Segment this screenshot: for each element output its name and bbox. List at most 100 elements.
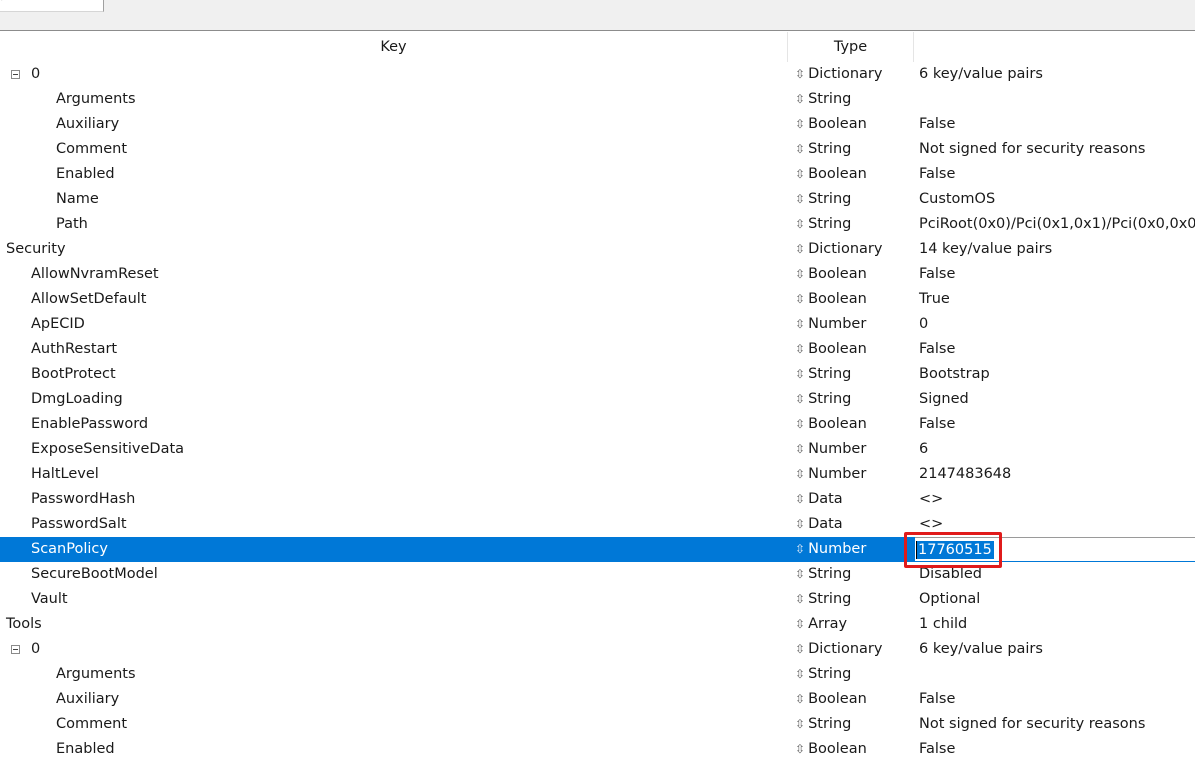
row-type[interactable]: ⇳ Dictionary bbox=[795, 62, 882, 87]
row-type[interactable]: ⇳ Boolean bbox=[795, 287, 867, 312]
updown-arrows-icon: ⇳ bbox=[795, 717, 806, 731]
row-value[interactable]: 6 key/value pairs bbox=[919, 637, 1043, 662]
row-type[interactable]: ⇳ Boolean bbox=[795, 162, 867, 187]
row-value[interactable]: False bbox=[919, 412, 955, 437]
row-type[interactable]: ⇳ String bbox=[795, 662, 851, 687]
row-type[interactable]: ⇳ String bbox=[795, 187, 851, 212]
row-key: 0 bbox=[31, 66, 41, 82]
tree-row[interactable]: PasswordHash ⇳ Data <> bbox=[0, 487, 1195, 512]
row-type[interactable]: ⇳ Boolean bbox=[795, 112, 867, 137]
row-key: AuthRestart bbox=[31, 341, 118, 357]
tree-row[interactable]: Vault ⇳ String Optional bbox=[0, 587, 1195, 612]
tree-row[interactable]: HaltLevel ⇳ Number 2147483648 bbox=[0, 462, 1195, 487]
row-value[interactable]: False bbox=[919, 337, 955, 362]
tree-row[interactable]: 0 ⇳ Dictionary 6 key/value pairs bbox=[0, 637, 1195, 662]
row-type[interactable]: ⇳ Number bbox=[795, 437, 866, 462]
row-key: Enabled bbox=[56, 166, 115, 182]
row-type[interactable]: ⇳ String bbox=[795, 387, 851, 412]
row-key: ExposeSensitiveData bbox=[31, 441, 185, 457]
row-type[interactable]: ⇳ Data bbox=[795, 487, 843, 512]
row-value[interactable]: 6 key/value pairs bbox=[919, 62, 1043, 87]
row-value[interactable]: Signed bbox=[919, 387, 969, 412]
row-value[interactable]: CustomOS bbox=[919, 187, 995, 212]
tree-row[interactable]: Auxiliary ⇳ Boolean False bbox=[0, 687, 1195, 712]
tree-row[interactable]: Enabled ⇳ Boolean False bbox=[0, 162, 1195, 187]
row-value[interactable]: Bootstrap bbox=[919, 362, 990, 387]
row-value[interactable]: 1 child bbox=[919, 612, 967, 637]
tree-row[interactable]: PasswordSalt ⇳ Data <> bbox=[0, 512, 1195, 537]
row-type[interactable]: ⇳ Boolean bbox=[795, 687, 867, 712]
tree-row[interactable]: SecureBootModel ⇳ String Disabled bbox=[0, 562, 1195, 587]
row-key: SecureBootModel bbox=[31, 566, 158, 582]
row-type[interactable]: ⇳ String bbox=[795, 137, 851, 162]
row-value[interactable]: Not signed for security reasons bbox=[919, 712, 1145, 737]
row-type-label: String bbox=[808, 216, 852, 232]
tree-row[interactable]: Comment ⇳ String Not signed for security … bbox=[0, 712, 1195, 737]
row-type[interactable]: ⇳ String bbox=[795, 362, 851, 387]
row-type[interactable]: ⇳ Boolean bbox=[795, 412, 867, 437]
updown-arrows-icon: ⇳ bbox=[795, 367, 806, 381]
row-value[interactable]: False bbox=[919, 162, 955, 187]
row-value[interactable]: Optional bbox=[919, 587, 980, 612]
tree-row[interactable]: Name ⇳ String CustomOS bbox=[0, 187, 1195, 212]
collapse-icon[interactable] bbox=[11, 645, 20, 654]
tree-row[interactable]: ApECID ⇳ Number 0 bbox=[0, 312, 1195, 337]
row-type[interactable]: ⇳ Array bbox=[795, 612, 847, 637]
tree-row[interactable]: AllowNvramReset ⇳ Boolean False bbox=[0, 262, 1195, 287]
collapse-icon[interactable] bbox=[11, 70, 20, 79]
tree-row[interactable]: EnablePassword ⇳ Boolean False bbox=[0, 412, 1195, 437]
row-value[interactable]: False bbox=[919, 737, 955, 762]
tree-row[interactable]: BootProtect ⇳ String Bootstrap bbox=[0, 362, 1195, 387]
updown-arrows-icon: ⇳ bbox=[795, 467, 806, 481]
tree-row[interactable]: Path ⇳ String PciRoot(0x0)/Pci(0x1,0x1)/P… bbox=[0, 212, 1195, 237]
tree-row[interactable]: ExposeSensitiveData ⇳ Number 6 bbox=[0, 437, 1195, 462]
row-value[interactable]: 2147483648 bbox=[919, 462, 1011, 487]
tree-row[interactable]: Comment ⇳ String Not signed for security … bbox=[0, 137, 1195, 162]
tree-row[interactable]: Auxiliary ⇳ Boolean False bbox=[0, 112, 1195, 137]
row-type[interactable]: ⇳ Number bbox=[795, 312, 866, 337]
row-type[interactable]: ⇳ Dictionary bbox=[795, 637, 882, 662]
updown-arrows-icon: ⇳ bbox=[795, 167, 806, 181]
row-type[interactable]: ⇳ String bbox=[795, 587, 851, 612]
row-type[interactable]: ⇳ Number bbox=[795, 462, 866, 487]
document-tab[interactable]: ͣ bbox=[0, 0, 104, 12]
row-type[interactable]: ⇳ String bbox=[795, 712, 851, 737]
row-value[interactable]: 0 bbox=[919, 312, 928, 337]
row-type[interactable]: ⇳ String bbox=[795, 212, 851, 237]
row-type[interactable]: ⇳ String bbox=[795, 87, 851, 112]
tree-row-selected[interactable]: ScanPolicy ⇳ Number 17760515 bbox=[0, 537, 1195, 562]
tree-row[interactable]: Security ⇳ Dictionary 14 key/value pairs bbox=[0, 237, 1195, 262]
row-key: PasswordSalt bbox=[31, 516, 127, 532]
tree-row[interactable]: Enabled ⇳ Boolean False bbox=[0, 737, 1195, 762]
row-value[interactable]: Not signed for security reasons bbox=[919, 137, 1145, 162]
row-value[interactable]: 6 bbox=[919, 437, 928, 462]
tree-row[interactable]: Tools ⇳ Array 1 child bbox=[0, 612, 1195, 637]
row-value[interactable]: False bbox=[919, 262, 955, 287]
row-value[interactable]: False bbox=[919, 687, 955, 712]
key-column-header[interactable]: Key bbox=[0, 32, 788, 62]
tree-row[interactable]: AllowSetDefault ⇳ Boolean True bbox=[0, 287, 1195, 312]
row-type-label: String bbox=[808, 191, 852, 207]
tree-row[interactable]: Arguments ⇳ String bbox=[0, 87, 1195, 112]
row-type-label: Boolean bbox=[808, 166, 867, 182]
row-value[interactable]: PciRoot(0x0)/Pci(0x1,0x1)/Pci(0x0,0x0)/ bbox=[919, 212, 1195, 237]
row-value[interactable]: <> bbox=[919, 487, 943, 512]
row-type[interactable]: ⇳ Boolean bbox=[795, 337, 867, 362]
tree-row[interactable]: 0 ⇳ Dictionary 6 key/value pairs bbox=[0, 62, 1195, 87]
tree-row[interactable]: AuthRestart ⇳ Boolean False bbox=[0, 337, 1195, 362]
row-type-label: Dictionary bbox=[808, 241, 883, 257]
row-type[interactable]: ⇳ String bbox=[795, 562, 851, 587]
row-value[interactable]: True bbox=[919, 287, 950, 312]
row-value[interactable]: 14 key/value pairs bbox=[919, 237, 1052, 262]
row-type[interactable]: ⇳ Boolean bbox=[795, 737, 867, 762]
tree-row[interactable]: Arguments ⇳ String bbox=[0, 662, 1195, 687]
updown-arrows-icon: ⇳ bbox=[795, 92, 806, 106]
row-value[interactable]: False bbox=[919, 112, 955, 137]
row-type[interactable]: ⇳ Data bbox=[795, 512, 843, 537]
row-type[interactable]: ⇳ Boolean bbox=[795, 262, 867, 287]
row-type[interactable]: ⇳ Dictionary bbox=[795, 237, 882, 262]
row-type-label: Dictionary bbox=[808, 66, 883, 82]
row-type[interactable]: ⇳ Number bbox=[795, 537, 866, 562]
tree-row[interactable]: DmgLoading ⇳ String Signed bbox=[0, 387, 1195, 412]
type-column-header[interactable]: Type bbox=[788, 32, 914, 62]
